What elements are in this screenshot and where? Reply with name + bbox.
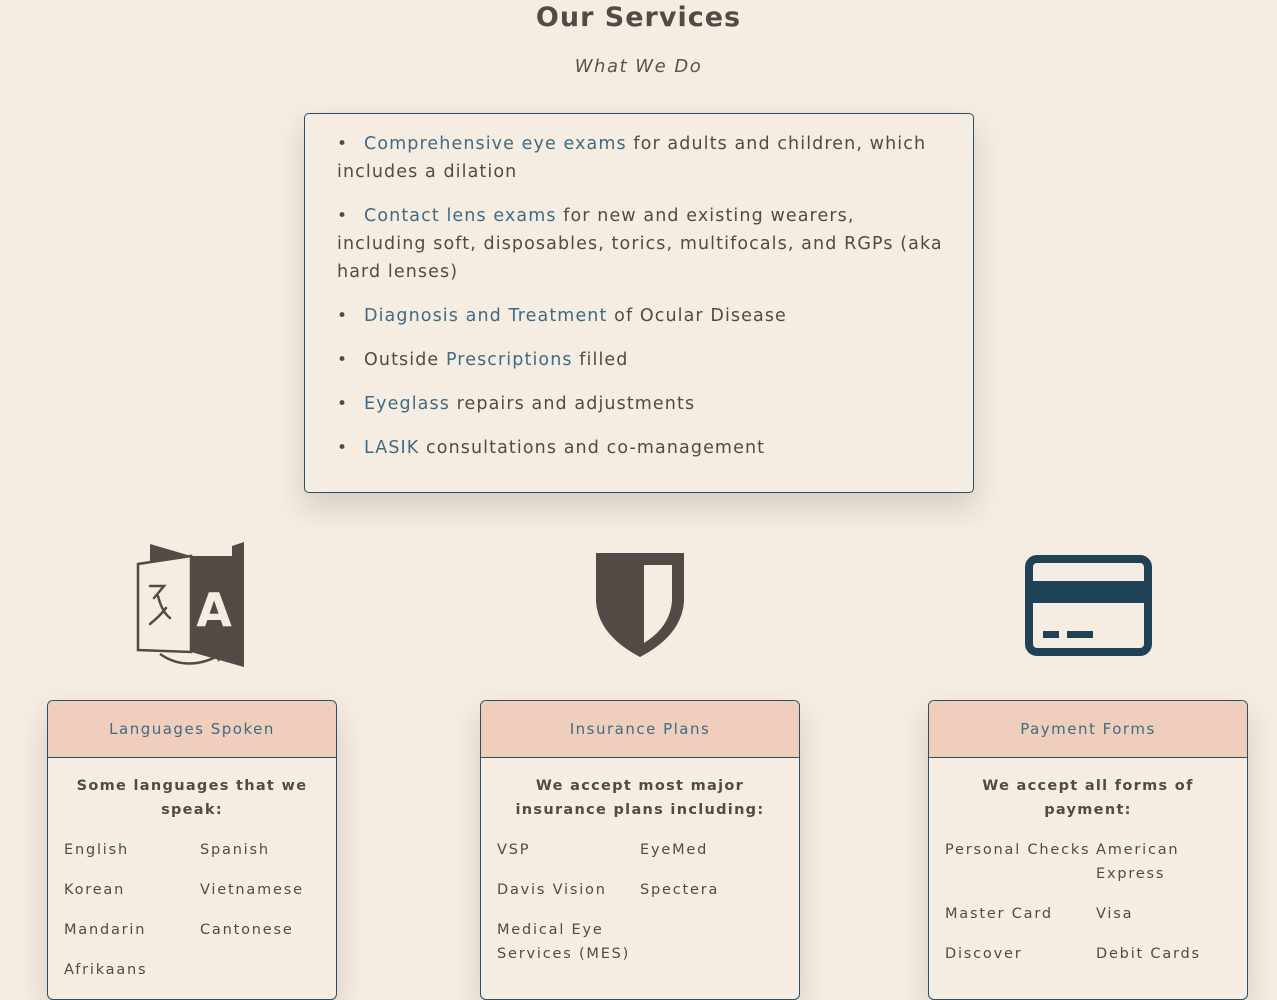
list-item: Debit Cards: [1096, 946, 1201, 962]
bullet: •: [337, 134, 349, 154]
insurance-intro: We accept most major insurance plans inc…: [515, 778, 765, 818]
insurance-list: VSP EyeMed Davis Vision Spectera Medical…: [481, 822, 799, 966]
list-item: American Express: [1096, 842, 1180, 882]
bullet: •: [337, 350, 349, 370]
service-link[interactable]: Prescriptions: [446, 350, 573, 370]
shield-icon: [594, 551, 686, 663]
list-item: • Diagnosis and Treatment of Ocular Disea…: [337, 302, 943, 330]
services-list: • Comprehensive eye exams for adults and …: [305, 114, 973, 462]
list-item: Mandarin: [64, 922, 147, 938]
list-item: Spectera: [640, 882, 720, 898]
languages-list: English Spanish Korean Vietnamese Mandar…: [48, 822, 336, 982]
service-link[interactable]: Comprehensive eye exams: [364, 134, 627, 154]
bullet: •: [337, 394, 349, 414]
list-item: Master Card: [945, 906, 1053, 922]
insurance-card-header: Insurance Plans: [481, 701, 799, 758]
languages-card: Languages Spoken Some languages that we …: [47, 700, 337, 1000]
bullet: •: [337, 306, 349, 326]
page-subtitle: What We Do: [574, 56, 703, 77]
payment-intro: We accept all forms of payment:: [982, 778, 1194, 818]
svg-text:A: A: [196, 583, 232, 637]
list-item: VSP: [497, 842, 531, 858]
payment-list: Personal Checks American Express Master …: [929, 822, 1247, 966]
service-link[interactable]: LASIK: [364, 438, 419, 458]
service-link[interactable]: Eyeglass: [364, 394, 450, 414]
list-item: • Comprehensive eye exams for adults and …: [337, 130, 943, 186]
services-box: • Comprehensive eye exams for adults and …: [304, 113, 974, 493]
list-item: • Outside Prescriptions filled: [337, 346, 943, 374]
list-item: Personal Checks: [945, 842, 1091, 858]
list-item: Cantonese: [200, 922, 294, 938]
list-item: Afrikaans: [64, 962, 148, 978]
insurance-card: Insurance Plans We accept most major ins…: [480, 700, 800, 1000]
page-title: Our Services: [535, 2, 742, 33]
bullet: •: [337, 206, 349, 226]
payment-card: Payment Forms We accept all forms of pay…: [928, 700, 1248, 1000]
bullet: •: [337, 438, 349, 458]
list-item: Korean: [64, 882, 126, 898]
credit-card-icon: [1025, 555, 1152, 660]
list-item: Discover: [945, 946, 1023, 962]
list-item: • Contact lens exams for new and existing…: [337, 202, 943, 286]
list-item: • LASIK consultations and co-management: [337, 434, 943, 462]
payment-card-header: Payment Forms: [929, 701, 1247, 758]
list-item: Vietnamese: [200, 882, 304, 898]
list-item: English: [64, 842, 129, 858]
translate-icon: A: [136, 542, 248, 674]
languages-card-header: Languages Spoken: [48, 701, 336, 758]
list-item: Visa: [1096, 906, 1134, 922]
list-item: Davis Vision: [497, 882, 607, 898]
list-item: Spanish: [200, 842, 270, 858]
list-item: • Eyeglass repairs and adjustments: [337, 390, 943, 418]
languages-intro: Some languages that we speak:: [76, 778, 308, 818]
service-link[interactable]: Contact lens exams: [364, 206, 557, 226]
service-link[interactable]: Diagnosis and Treatment: [364, 306, 607, 326]
list-item: EyeMed: [640, 842, 709, 858]
list-item: Medical Eye Services (MES): [497, 922, 631, 962]
